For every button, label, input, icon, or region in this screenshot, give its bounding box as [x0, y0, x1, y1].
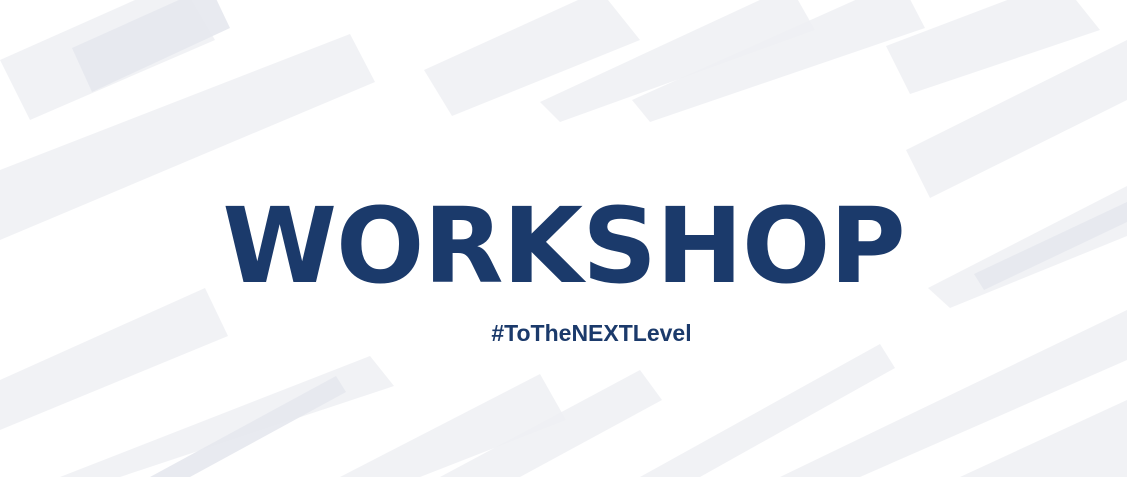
banner-title: WORKSHOP	[222, 185, 905, 307]
banner-tagline: #ToTheNEXTLevel	[491, 320, 692, 346]
workshop-banner: WORKSHOP #ToTheNEXTLevel	[0, 0, 1127, 477]
stripe	[0, 288, 228, 430]
stripe	[72, 0, 230, 92]
stripe	[150, 376, 346, 477]
